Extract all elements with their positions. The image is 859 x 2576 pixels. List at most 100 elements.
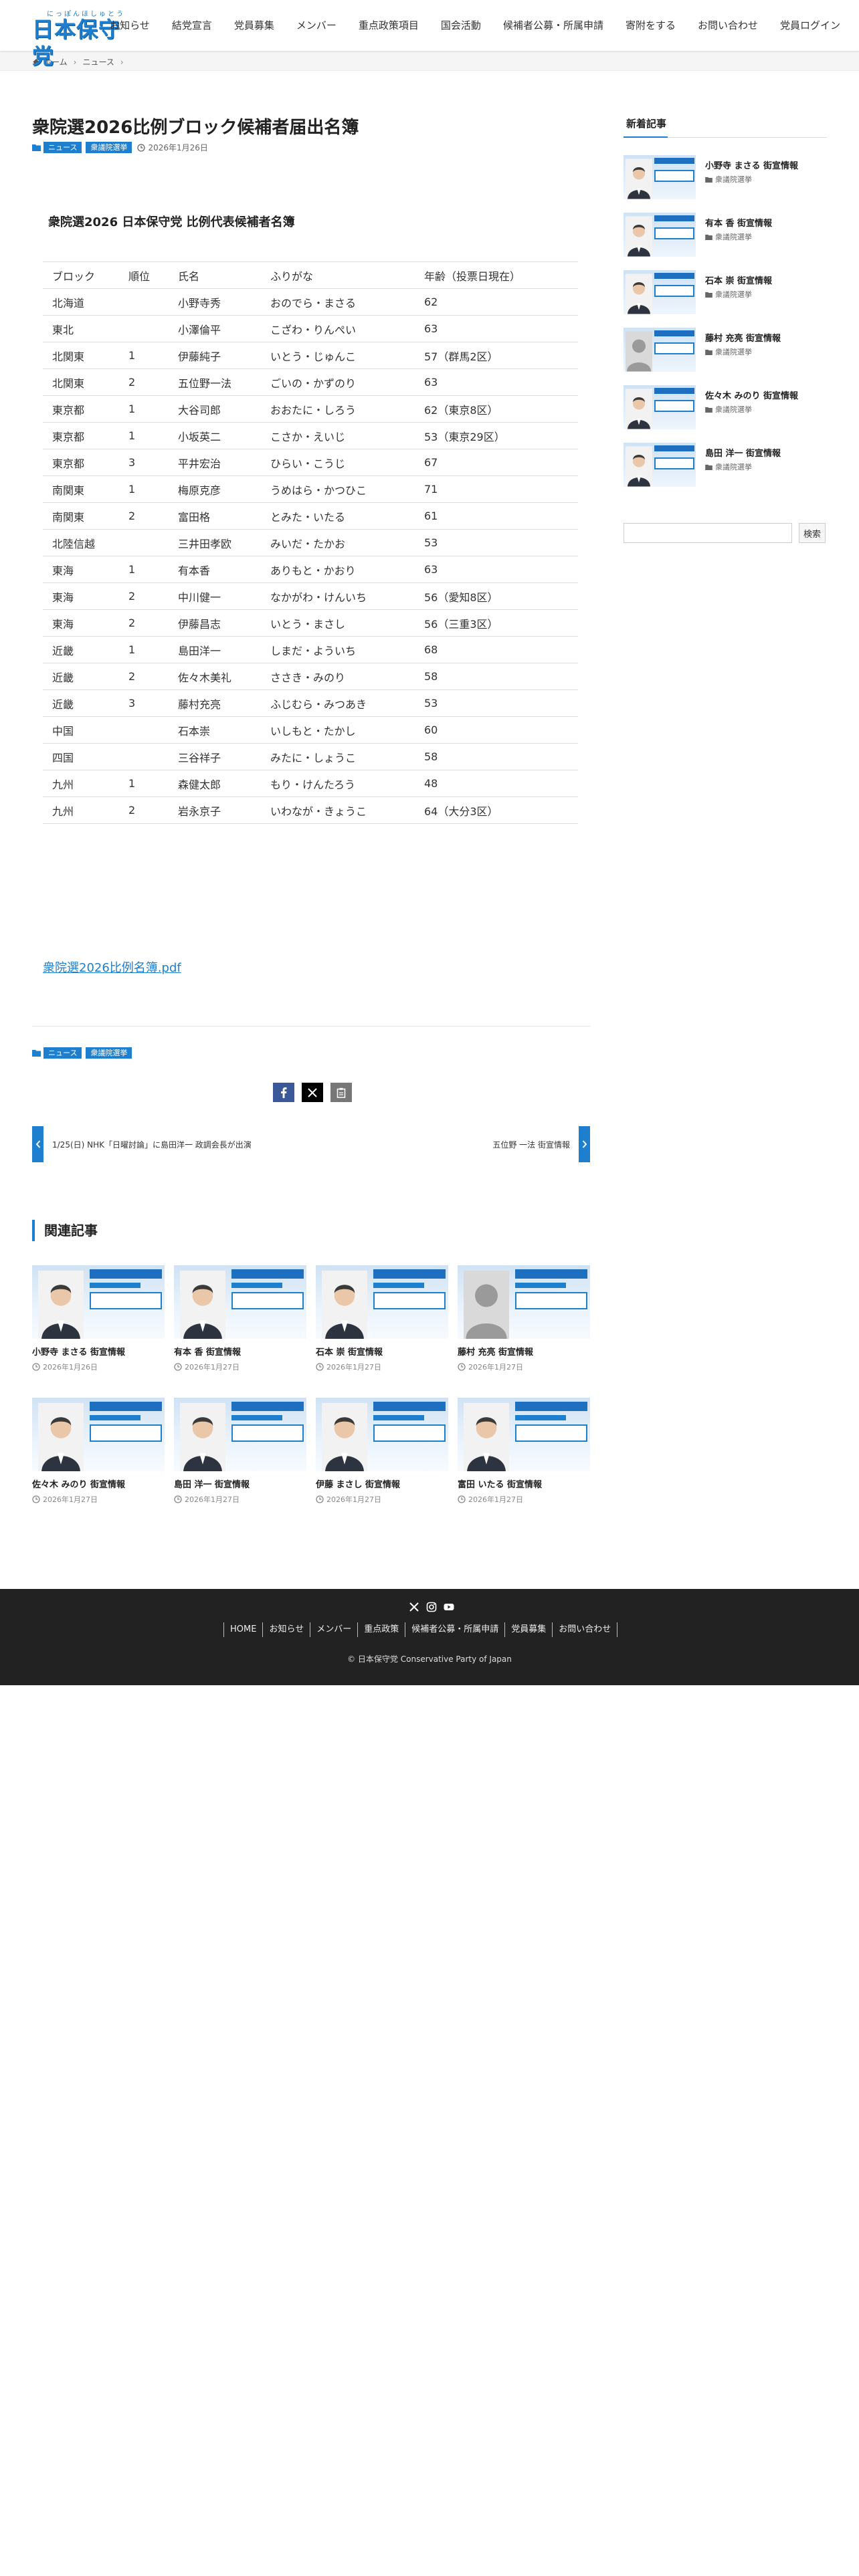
related-post-card[interactable]: 石本 崇 街宣情報 2026年1月27日 [316,1265,448,1372]
copy-link-button[interactable] [330,1083,352,1102]
related-post-title: 佐々木 みのり 街宣情報 [32,1480,126,1490]
name-cell: 三谷祥子 [169,743,261,770]
furigana-cell: とみた・いたる [261,502,415,530]
site-header: にっぽんほしゅとう 日本保守党 お知らせ 結党宣言 党員募集 メンバー 重点政策… [0,0,859,69]
category-tag-election[interactable]: 衆議院選挙 [86,142,132,153]
block-cell: 北関東 [43,342,119,369]
age-cell: 68 [415,636,578,663]
share-x-button[interactable] [302,1083,323,1102]
furigana-cell: ふじむら・みつあき [261,689,415,717]
related-post-card[interactable]: 島田 洋一 街宣情報 2026年1月27日 [174,1398,306,1505]
search-button[interactable]: 検索 [799,523,826,543]
footer-nav-members[interactable]: メンバー [310,1622,357,1637]
table-row: 東京都 1 大谷司郎 おおたに・しろう 62（東京8区） [43,395,578,423]
related-post-card[interactable]: 佐々木 みのり 街宣情報 2026年1月27日 [32,1398,165,1505]
post-thumbnail [316,1398,448,1471]
nav-item-membership[interactable]: 党員募集 [234,18,274,32]
category-tag-news[interactable]: ニュース [43,1047,82,1059]
x-icon [308,1087,317,1097]
category-tag-news[interactable]: ニュース [43,142,82,153]
furigana-cell: おのでら・まさる [261,288,415,316]
thumbnail-nameplate [654,457,694,469]
next-post-link[interactable]: 五位野 一法 街宣情報 [313,1126,590,1162]
clock-icon [316,1495,324,1503]
sidebar-post[interactable]: 有本 香 街宣情報 衆議院選挙 [624,213,827,262]
table-row: 近畿 2 佐々木美礼 ささき・みのり 58 [43,663,578,690]
clock-icon [174,1363,182,1371]
footer-nav-policy[interactable]: 重点政策 [357,1622,405,1637]
rank-cell [119,288,169,316]
furigana-cell: ありもと・かおり [261,556,415,583]
rank-cell [119,315,169,342]
nav-item-diet[interactable]: 国会活動 [441,18,481,32]
block-cell: 北海道 [43,288,119,316]
related-post-date: 2026年1月27日 [458,1362,590,1372]
related-post-card[interactable]: 有本 香 街宣情報 2026年1月27日 [174,1265,306,1372]
footer-nav-membership[interactable]: 党員募集 [504,1622,552,1637]
chevron-right-icon [579,1126,590,1162]
sidebar-post[interactable]: 小野寺 まさる 街宣情報 衆議院選挙 [624,155,827,205]
sidebar-post-category: 衆議院選挙 [705,346,752,357]
name-cell: 中川健一 [169,582,261,610]
folder-icon [705,234,712,240]
footer-nav-candidates[interactable]: 候補者公募・所属申請 [405,1622,504,1637]
furigana-cell: こざわ・りんぺい [261,315,415,342]
sidebar-post[interactable]: 石本 崇 街宣情報 衆議院選挙 [624,270,827,320]
block-cell: 南関東 [43,502,119,530]
category-text: 衆議院選挙 [715,175,752,184]
name-cell: 大谷司郎 [169,395,261,423]
search-input[interactable] [624,523,792,543]
folder-icon [32,1050,41,1057]
thumbnail-banner [373,1415,424,1420]
thumbnail-banner [231,1283,282,1288]
related-post-date: 2026年1月27日 [174,1494,306,1505]
youtube-icon[interactable] [444,1602,454,1612]
clock-icon [458,1495,466,1503]
name-cell: 富田格 [169,502,261,530]
sidebar-post[interactable]: 藤村 充亮 街宣情報 衆議院選挙 [624,328,827,377]
copy-icon [337,1087,346,1098]
nav-item-login[interactable]: 党員ログイン [780,18,840,32]
rank-cell: 2 [119,796,169,824]
sidebar-post[interactable]: 佐々木 みのり 街宣情報 衆議院選挙 [624,385,827,435]
rank-cell [119,716,169,744]
nav-item-policy[interactable]: 重点政策項目 [359,18,419,32]
nav-item-news[interactable]: お知らせ [110,18,150,32]
prev-post-link[interactable]: 1/25(日) NHK「日曜討論」に島田洋一 政調会長が出演 [32,1126,300,1162]
x-icon[interactable] [409,1602,419,1612]
related-post-card[interactable]: 富田 いたる 街宣情報 2026年1月27日 [458,1398,590,1505]
candidate-photo [462,1403,511,1471]
related-post-card[interactable]: 伊藤 まさし 街宣情報 2026年1月27日 [316,1398,448,1505]
pdf-link[interactable]: 衆院選2026比例名簿.pdf [43,958,181,976]
block-cell: 九州 [43,770,119,797]
thumbnail-nameplate [515,1292,587,1309]
candidate-photo [626,331,652,372]
share-facebook-button[interactable] [273,1083,294,1102]
block-cell: 東海 [43,609,119,637]
footer-nav-contact[interactable]: お問い合わせ [552,1622,618,1637]
rank-cell: 1 [119,395,169,423]
instagram-icon[interactable] [426,1602,437,1612]
footer-nav-news[interactable]: お知らせ [262,1622,310,1637]
table-header-row: ブロック 順位 氏名 ふりがな 年齢（投票日現在） [43,261,578,289]
nav-item-donate[interactable]: 寄附をする [626,18,676,32]
folder-icon [32,144,41,151]
related-post-card[interactable]: 小野寺 まさる 街宣情報 2026年1月26日 [32,1265,165,1372]
nav-item-contact[interactable]: お問い合わせ [698,18,758,32]
table-row: 東海 2 伊藤昌志 いとう・まさし 56（三重3区） [43,609,578,637]
nav-item-candidates[interactable]: 候補者公募・所属申請 [503,18,603,32]
age-cell: 63 [415,368,578,396]
nav-item-founding[interactable]: 結党宣言 [172,18,212,32]
furigana-cell: おおたに・しろう [261,395,415,423]
name-cell: 藤村充亮 [169,689,261,717]
sidebar-post[interactable]: 島田 洋一 街宣情報 衆議院選挙 [624,443,827,492]
category-tag-election[interactable]: 衆議院選挙 [86,1047,132,1059]
related-post-card[interactable]: 藤村 充亮 街宣情報 2026年1月27日 [458,1265,590,1372]
age-cell: 60 [415,716,578,744]
nav-item-members[interactable]: メンバー [296,18,337,32]
thumbnail-nameplate [654,285,694,297]
name-cell: 岩永京子 [169,796,261,824]
footer-nav-home[interactable]: HOME [223,1622,262,1637]
furigana-cell: しまだ・よういち [261,636,415,663]
furigana-cell: いしもと・たかし [261,716,415,744]
